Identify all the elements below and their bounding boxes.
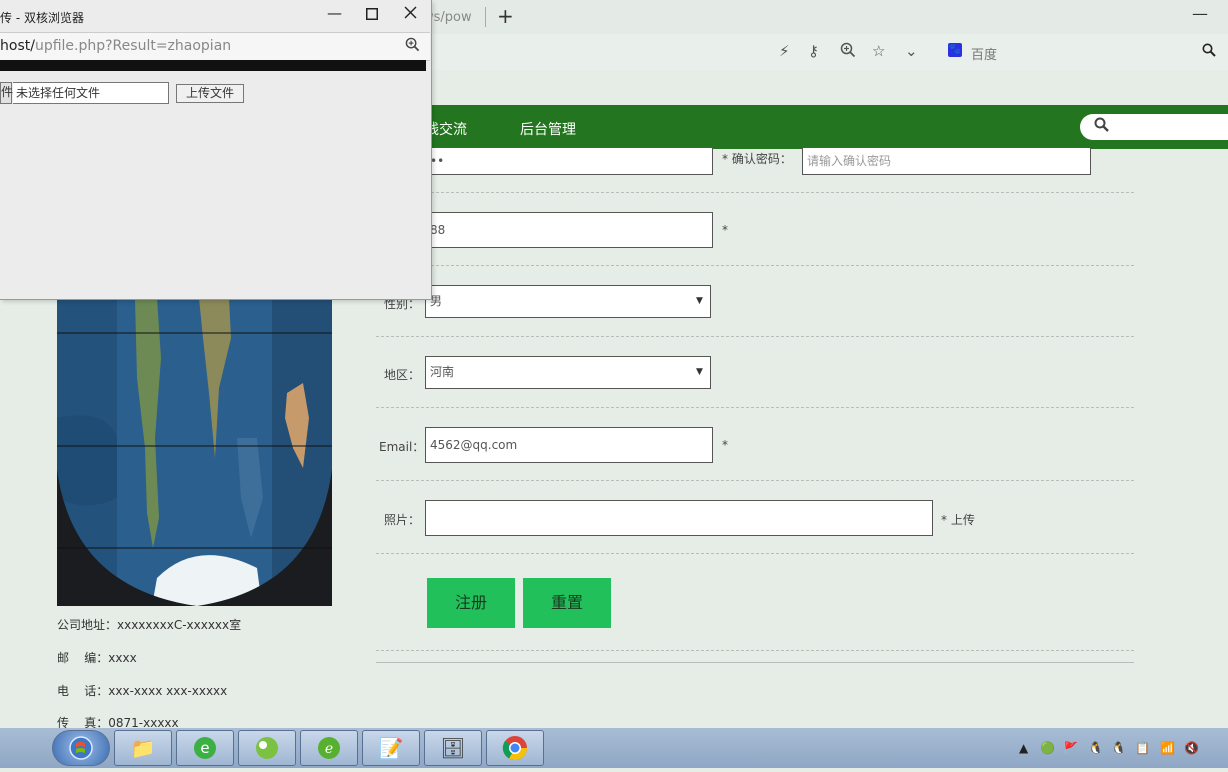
region-label: 地区： — [384, 368, 421, 382]
footer-rule — [376, 662, 1134, 663]
popup-close-button[interactable] — [404, 5, 417, 23]
divider — [376, 407, 1134, 408]
email-label: Email： — [379, 440, 425, 454]
contact-address: 公司地址：xxxxxxxxC-xxxxxx室 — [57, 618, 242, 632]
svg-text:e: e — [325, 741, 333, 757]
network-icon[interactable]: 📶 — [1160, 741, 1175, 755]
contact-phone: 电 话：xxx-xxxx xxx-xxxxx — [57, 684, 228, 698]
notepad-icon[interactable]: 📝 — [362, 730, 420, 766]
search-icon[interactable] — [1202, 43, 1216, 61]
upload-file-button[interactable]: 上传文件 — [176, 84, 244, 103]
email-field[interactable]: 4562@qq.com — [425, 427, 713, 463]
divider — [376, 192, 1134, 193]
popup-minimize-button[interactable]: — — [327, 4, 342, 22]
region-select[interactable]: 河南 — [425, 356, 711, 389]
zoom-icon[interactable] — [405, 37, 420, 56]
file-name-display[interactable]: 未选择任何文件 — [13, 82, 169, 104]
tab-separator — [485, 7, 486, 27]
photo-field[interactable] — [425, 500, 933, 536]
dropdown-arrow-icon[interactable]: ▼ — [696, 296, 703, 306]
minimize-button[interactable]: — — [1192, 4, 1208, 23]
upload-link[interactable]: * 上传 — [941, 511, 975, 528]
volume-muted-icon[interactable]: 🔇 — [1184, 741, 1199, 755]
zoom-icon[interactable] — [840, 42, 856, 62]
divider — [376, 265, 1134, 266]
password-field[interactable]: •• — [425, 147, 713, 175]
dreamweaver-icon[interactable]: e — [300, 730, 358, 766]
divider — [376, 553, 1134, 554]
browser-e-icon[interactable]: e — [176, 730, 234, 766]
divider — [376, 650, 1134, 651]
confirm-password-label: * 确认密码： — [722, 152, 792, 166]
star-icon[interactable]: ☆ — [872, 42, 885, 60]
chevron-down-icon[interactable]: ⌄ — [905, 42, 918, 60]
gender-select[interactable]: 男 — [425, 285, 711, 318]
green-app-icon[interactable] — [238, 730, 296, 766]
divider — [376, 336, 1134, 337]
choose-file-button[interactable]: 件 — [0, 82, 13, 104]
start-button[interactable] — [52, 730, 110, 766]
tray-qq-icon[interactable]: 🐧 — [1088, 741, 1103, 755]
contact-zip: 邮 编：xxxx — [57, 651, 137, 665]
reset-button[interactable]: 重置 — [523, 578, 611, 628]
register-button[interactable]: 注册 — [427, 578, 515, 628]
divider — [376, 480, 1134, 481]
dropdown-arrow-icon[interactable]: ▼ — [696, 367, 703, 377]
photo-label: 照片： — [384, 513, 421, 527]
tray-expand-icon[interactable]: ▲ — [1019, 741, 1028, 755]
search-icon[interactable] — [1094, 117, 1110, 137]
tray-green-icon[interactable]: 🟢 — [1040, 741, 1055, 755]
popup-url-path: upfile.php?Result=zhaopian — [34, 38, 232, 54]
server-app-icon[interactable]: 🗄 — [424, 730, 482, 766]
tray-device-icon[interactable]: 📋 — [1135, 741, 1150, 755]
globe-image — [57, 298, 332, 606]
tray-flag-icon[interactable]: 🚩 — [1063, 741, 1078, 755]
popup-url[interactable]: host/upfile.php?Result=zhaopian — [0, 38, 231, 54]
confirm-password-field[interactable]: 请输入确认密码 — [802, 147, 1091, 175]
required-star: * — [722, 223, 728, 237]
key-icon[interactable]: ⚷ — [808, 42, 819, 60]
popup-title: 传 - 双核浏览器 — [0, 11, 84, 25]
baidu-paw-icon[interactable]: 🐾 — [948, 43, 962, 57]
svg-text:e: e — [200, 739, 209, 757]
popup-url-host: host/ — [0, 38, 35, 54]
chrome-icon[interactable] — [486, 730, 544, 766]
tray-qq2-icon[interactable]: 🐧 — [1111, 741, 1126, 755]
popup-maximize-button[interactable] — [366, 6, 378, 24]
region-value: 河南 — [430, 365, 455, 379]
search-engine-label[interactable]: 百度 — [971, 44, 997, 63]
popup-content-header — [0, 60, 426, 71]
lightning-icon[interactable]: ⚡ — [779, 42, 790, 60]
required-star: * — [722, 438, 728, 452]
nav-item-admin[interactable]: 后台管理 — [520, 119, 576, 139]
new-tab-button[interactable]: + — [497, 4, 514, 28]
explorer-icon[interactable]: 📁 — [114, 730, 172, 766]
phone-field[interactable]: 88 — [425, 212, 713, 248]
